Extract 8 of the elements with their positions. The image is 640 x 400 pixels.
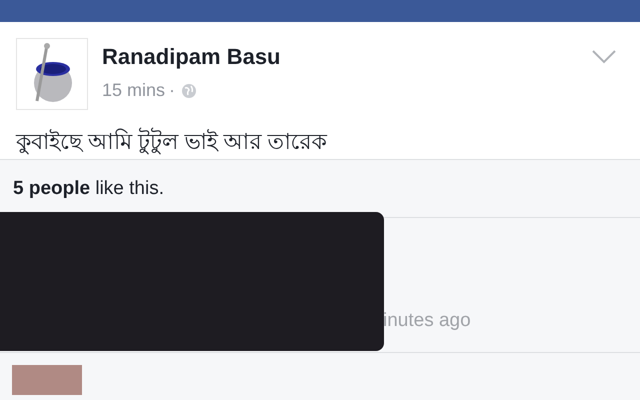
chevron-down-icon[interactable] bbox=[592, 50, 616, 64]
likes-summary[interactable]: 5 people like this. bbox=[13, 178, 164, 200]
author-name[interactable]: Ranadipam Basu bbox=[102, 44, 592, 70]
post-text: কুবাইছে আমি টুটুল ভাই আর তারেক bbox=[16, 126, 328, 156]
globe-icon bbox=[181, 82, 198, 98]
separator: · bbox=[169, 80, 176, 101]
avatar-drawing[interactable] bbox=[16, 38, 88, 110]
comment-time: inutes ago bbox=[383, 310, 471, 332]
